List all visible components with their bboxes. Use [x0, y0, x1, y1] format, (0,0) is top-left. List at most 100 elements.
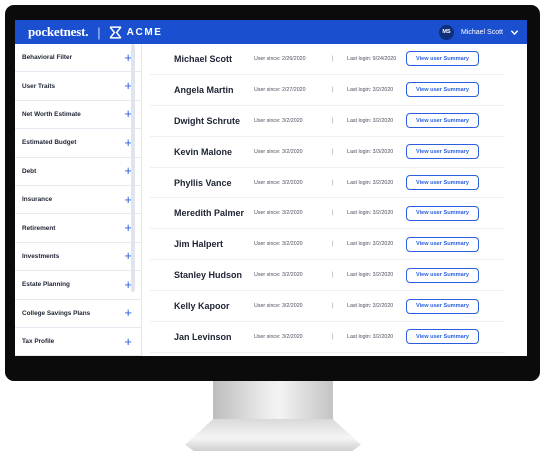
user-since: User since: 2/26/2020 — [254, 55, 306, 62]
table-row: Jim Halpert User since: 3/2/2020 | Last log… — [150, 229, 505, 261]
last-login: Last login: 3/2/2020 — [347, 241, 394, 248]
user-name-cell: Jan Levinson — [174, 331, 232, 342]
row-separator: | — [332, 303, 334, 310]
sidebar-item-label: Investments — [22, 252, 60, 260]
last-login: Last login: 3/2/2020 — [347, 117, 394, 124]
user-since: User since: 3/2/2020 — [254, 333, 303, 340]
user-name-cell: Meredith Palmer — [174, 208, 245, 219]
view-user-summary-button[interactable]: View user Summary — [406, 113, 479, 129]
sidebar-item-label: Retirement — [22, 224, 56, 232]
filter-sidebar: Behavioral Filter + User Traits + Net Wort… — [15, 44, 142, 356]
user-name-cell: Jim Halpert — [174, 239, 224, 250]
sidebar-item-label: Insurance — [22, 196, 53, 204]
user-since: User since: 3/2/2020 — [254, 272, 303, 279]
sidebar-item-tax-profile[interactable]: Tax Profile + — [15, 328, 141, 356]
table-row: Dwight Schrute User since: 3/2/2020 | Last … — [150, 106, 505, 137]
user-name-cell: Angela Martin — [174, 84, 234, 95]
user-list: Michael Scott User since: 2/26/2020 | Last … — [142, 44, 527, 356]
user-since: User since: 3/2/2020 — [254, 210, 303, 217]
sidebar-scrollbar[interactable] — [131, 44, 135, 292]
app-window: pocketnest. | ACME MS Michael Scott Beha… — [15, 20, 527, 356]
sidebar-item-label: College Savings Plans — [22, 309, 91, 317]
user-name-cell: Kevin Malone — [174, 146, 233, 157]
chevron-down-icon[interactable] — [510, 28, 519, 37]
user-name-cell: Phyllis Vance — [174, 177, 232, 188]
table-row: Stanley Hudson User since: 3/2/2020 | Last … — [150, 260, 505, 292]
brand-logo[interactable]: pocketnest. — [28, 24, 88, 40]
sidebar-item-estimated-budget[interactable]: Estimated Budget + — [15, 129, 141, 158]
row-separator: | — [332, 241, 334, 248]
partner-name: ACME — [126, 26, 163, 38]
row-separator: | — [332, 55, 334, 62]
monitor-frame: pocketnest. | ACME MS Michael Scott Beha… — [5, 5, 540, 381]
table-row: Angela Martin User since: 2/27/2020 | Last … — [150, 75, 505, 106]
view-user-summary-button[interactable]: View user Summary — [406, 329, 479, 345]
sidebar-item-debt[interactable]: Debt + — [15, 158, 141, 186]
sidebar-item-investments[interactable]: Investments + — [15, 243, 141, 272]
last-login: Last login: 3/2/2020 — [347, 303, 394, 310]
top-bar: pocketnest. | ACME MS Michael Scott — [15, 20, 527, 44]
row-separator: | — [332, 179, 334, 186]
sidebar-item-label: Estate Planning — [22, 281, 70, 289]
table-row: Kevin Malone User since: 3/2/2020 | Last lo… — [150, 137, 505, 168]
table-row: Michael Scott User since: 2/26/2020 | Last … — [150, 44, 505, 75]
sidebar-item-retirement[interactable]: Retirement + — [15, 214, 141, 243]
user-since: User since: 3/2/2020 — [254, 117, 303, 124]
sidebar-item-label: User Traits — [22, 82, 56, 90]
acme-logo-icon — [109, 25, 122, 39]
table-row: Jan Levinson User since: 3/2/2020 | Last lo… — [150, 322, 505, 353]
monitor-stand-base — [185, 419, 361, 451]
plus-icon[interactable]: + — [124, 335, 132, 348]
row-separator: | — [332, 333, 334, 340]
user-menu[interactable]: MS Michael Scott — [438, 20, 519, 44]
plus-icon[interactable]: + — [124, 306, 132, 319]
brand-separator: | — [97, 24, 101, 40]
sidebar-item-label: Debt — [22, 167, 37, 175]
row-separator: | — [332, 210, 334, 217]
user-name-cell: Dwight Schrute — [174, 115, 241, 126]
sidebar-item-label: Estimated Budget — [22, 139, 77, 147]
view-user-summary-button[interactable]: View user Summary — [406, 175, 479, 190]
sidebar-item-college-savings-plans[interactable]: College Savings Plans + — [15, 300, 141, 328]
user-since: User since: 3/2/2020 — [254, 179, 303, 186]
table-row: Phyllis Vance User since: 3/2/2020 | Last l… — [150, 168, 505, 199]
user-since: User since: 3/2/2020 — [254, 148, 303, 155]
view-user-summary-button[interactable]: View user Summary — [406, 205, 479, 221]
avatar: MS — [438, 24, 454, 40]
view-user-summary-button[interactable]: View user Summary — [406, 51, 479, 67]
user-since: User since: 3/2/2020 — [254, 241, 303, 248]
last-login: Last login: 3/2/2020 — [347, 210, 394, 217]
partner-logo: ACME — [109, 25, 163, 39]
table-row: Kelly Kapoor User since: 3/2/2020 | Last lo… — [150, 291, 505, 323]
view-user-summary-button[interactable]: View user Summary — [406, 298, 479, 314]
sidebar-item-net-worth-estimate[interactable]: Net Worth Estimate + — [15, 101, 141, 130]
sidebar-item-insurance[interactable]: Insurance + — [15, 186, 141, 215]
sidebar-item-label: Behavioral Filter — [22, 54, 73, 62]
sidebar-item-user-traits[interactable]: User Traits + — [15, 72, 141, 101]
sidebar-item-label: Tax Profile — [22, 338, 55, 346]
last-login: Last login: 3/2/2020 — [347, 86, 394, 93]
view-user-summary-button[interactable]: View user Summary — [406, 236, 479, 252]
user-name-cell: Michael Scott — [174, 53, 233, 64]
user-name-cell: Kelly Kapoor — [174, 301, 230, 312]
sidebar-item-estate-planning[interactable]: Estate Planning + — [15, 271, 141, 300]
view-user-summary-button[interactable]: View user Summary — [406, 267, 479, 283]
sidebar-item-behavioral-filter[interactable]: Behavioral Filter + — [15, 44, 141, 73]
view-user-summary-button[interactable]: View user Summary — [406, 82, 479, 98]
last-login: Last login: 3/3/2020 — [347, 148, 394, 155]
view-user-summary-button[interactable]: View user Summary — [406, 144, 479, 160]
table-row: Meredith Palmer User since: 3/2/2020 | Last… — [150, 198, 505, 230]
row-separator: | — [332, 148, 334, 155]
user-since: User since: 3/2/2020 — [254, 303, 303, 310]
user-since: User since: 2/27/2020 — [254, 86, 306, 93]
last-login: Last login: 9/24/2020 — [347, 55, 397, 62]
user-name-cell: Stanley Hudson — [174, 270, 243, 281]
row-separator: | — [332, 272, 334, 279]
sidebar-item-label: Net Worth Estimate — [22, 110, 81, 118]
monitor-stand-neck — [213, 381, 333, 419]
last-login: Last login: 3/2/2020 — [347, 272, 394, 279]
last-login: Last login: 3/2/2020 — [347, 333, 394, 340]
user-name: Michael Scott — [460, 28, 503, 36]
row-separator: | — [332, 117, 334, 124]
row-separator: | — [332, 86, 334, 93]
